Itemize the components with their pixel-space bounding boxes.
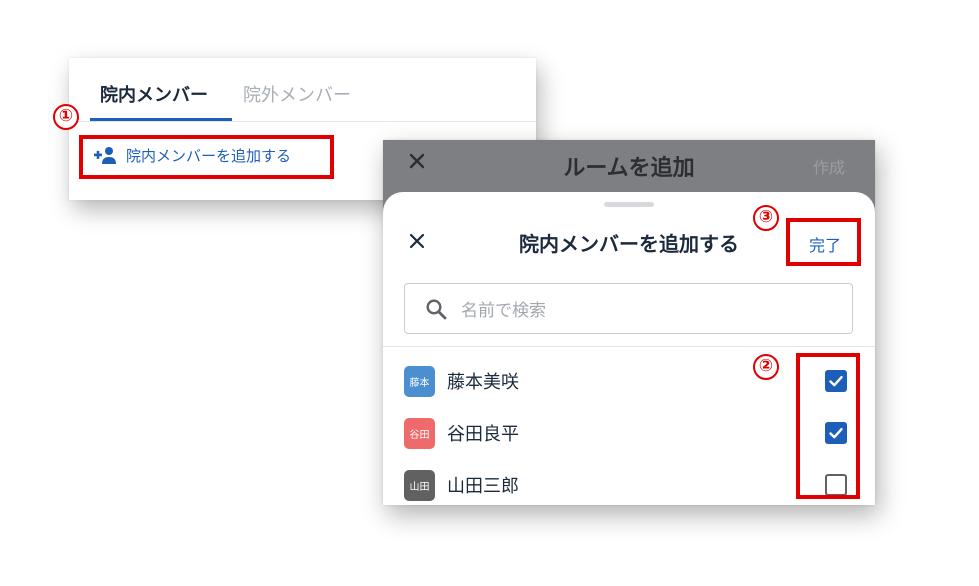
annotation-box-2 — [796, 353, 860, 499]
annotation-marker-2: ② — [753, 354, 779, 380]
create-button[interactable]: 作成 — [813, 154, 845, 178]
sheet-drag-handle[interactable] — [604, 202, 654, 207]
tab-divider — [69, 121, 536, 122]
annotation-marker-3: ③ — [753, 205, 779, 231]
search-field[interactable]: 名前で検索 — [404, 283, 853, 334]
list-divider — [383, 346, 875, 347]
avatar: 藤本 — [404, 365, 435, 397]
annotation-box-1 — [79, 135, 334, 179]
avatar: 谷田 — [404, 417, 435, 449]
member-name: 谷田良平 — [447, 424, 519, 445]
search-icon — [426, 298, 447, 319]
annotation-marker-1: ① — [53, 104, 79, 130]
member-name: 藤本美咲 — [447, 372, 519, 393]
search-placeholder: 名前で検索 — [461, 301, 546, 321]
annotation-box-3 — [786, 218, 861, 266]
member-row[interactable]: 谷田 谷田良平 — [404, 416, 864, 450]
tab-external-members[interactable]: 院外メンバー — [243, 84, 351, 108]
member-row[interactable]: 山田 山田三郎 — [404, 468, 864, 502]
tab-internal-members[interactable]: 院内メンバー — [100, 84, 208, 108]
member-row[interactable]: 藤本 藤本美咲 — [404, 364, 864, 398]
avatar: 山田 — [404, 469, 435, 501]
room-title: ルームを追加 — [563, 156, 695, 181]
member-name: 山田三郎 — [447, 476, 519, 497]
